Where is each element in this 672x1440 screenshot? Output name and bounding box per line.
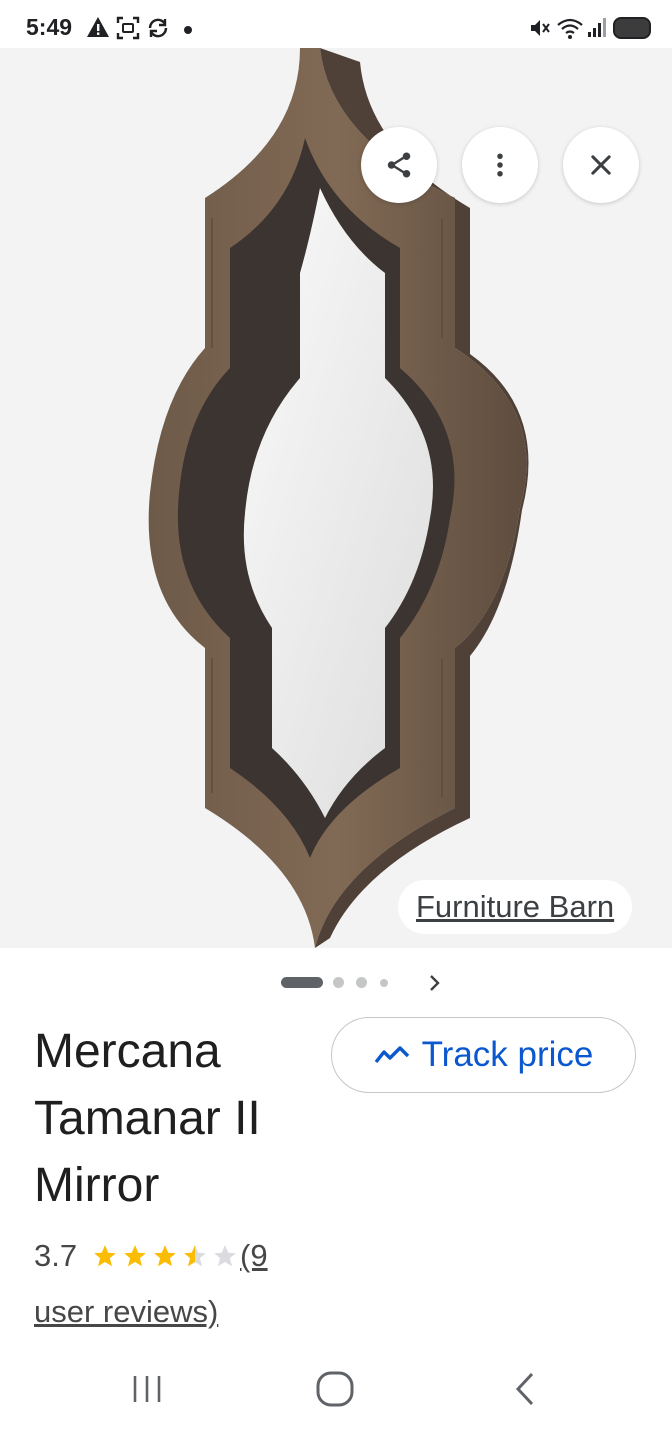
recents-icon[interactable] <box>128 1370 166 1408</box>
carousel-dot <box>380 979 388 987</box>
share-button[interactable] <box>361 127 437 203</box>
reviews-link[interactable]: user reviews) <box>34 1294 218 1330</box>
more-vert-icon <box>497 153 503 177</box>
more-options-button[interactable] <box>462 127 538 203</box>
track-price-button[interactable]: Track price <box>331 1017 636 1093</box>
star-full-icon <box>154 1245 176 1267</box>
close-button[interactable] <box>563 127 639 203</box>
back-icon[interactable] <box>508 1370 540 1408</box>
sync-icon <box>148 18 168 38</box>
star-full-icon <box>94 1245 116 1267</box>
carousel-dot <box>356 977 367 988</box>
mute-icon <box>531 20 550 36</box>
star-half-icon <box>184 1245 206 1267</box>
status-time: 5:49 <box>26 14 73 40</box>
carousel-dot-active <box>281 977 323 988</box>
star-full-icon <box>124 1245 146 1267</box>
screenshot-icon <box>116 16 140 40</box>
wifi-icon <box>557 18 583 39</box>
chevron-right-icon[interactable] <box>425 972 445 994</box>
close-icon <box>591 155 611 175</box>
system-nav-bar <box>0 1344 672 1440</box>
carousel-dot <box>333 977 344 988</box>
product-title: Mercana Tamanar II Mirror <box>34 1025 261 1212</box>
source-link[interactable]: Furniture Barn <box>398 880 633 934</box>
rating-value: 3.7 <box>34 1238 78 1273</box>
signal-icon <box>588 18 606 37</box>
share-icon <box>387 152 411 178</box>
reviews-link[interactable]: (9 <box>240 1238 268 1274</box>
battery-icon <box>613 17 651 39</box>
track-price-label: Track price <box>421 1035 594 1074</box>
warning-icon <box>87 17 109 37</box>
trending-up-icon <box>374 1046 409 1064</box>
home-icon[interactable] <box>314 1370 356 1408</box>
product-image-viewer[interactable] <box>0 48 672 948</box>
rating-row: 3.7 <box>34 1238 239 1274</box>
carousel-indicator[interactable] <box>281 972 451 994</box>
star-rating <box>91 1243 239 1269</box>
star-empty-icon <box>214 1245 236 1267</box>
notification-dot <box>184 26 192 34</box>
